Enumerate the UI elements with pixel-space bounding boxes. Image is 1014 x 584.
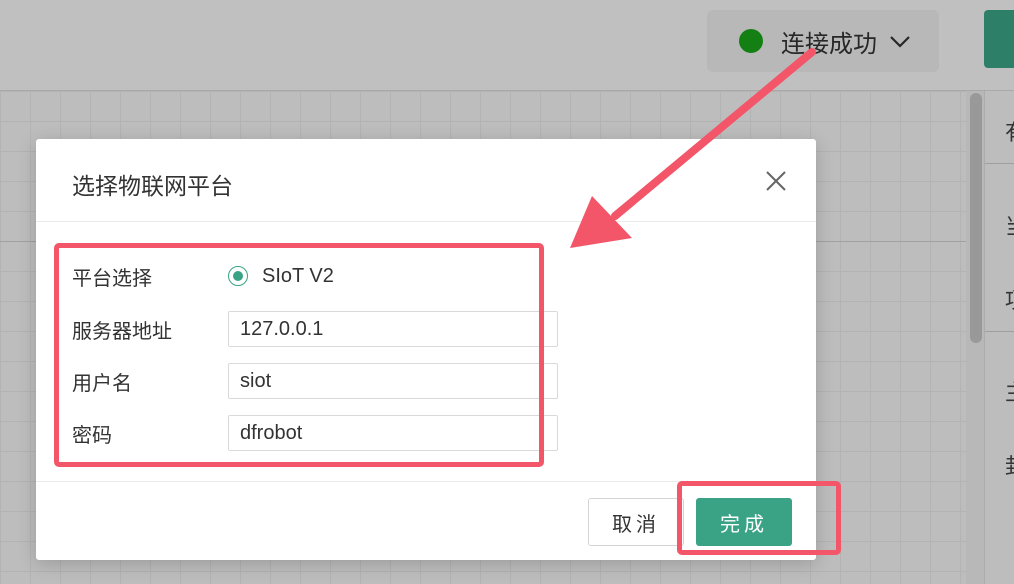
server-label: 服务器地址 [72, 320, 172, 343]
platform-radio[interactable] [228, 266, 248, 286]
password-label: 密码 [72, 424, 112, 447]
platform-label: 平台选择 [72, 267, 152, 290]
dialog-title: 选择物联网平台 [72, 173, 233, 199]
password-row: 密码 [72, 415, 558, 451]
password-input[interactable] [228, 415, 558, 451]
dialog-header: 选择物联网平台 [36, 139, 816, 222]
username-input[interactable] [228, 363, 558, 399]
platform-row: 平台选择 SIoT V2 [72, 258, 334, 294]
platform-dialog: 选择物联网平台 平台选择 SIoT V2 服务器地址 用户名 密码 取消 完成 [36, 139, 816, 560]
server-row: 服务器地址 [72, 311, 558, 347]
radio-selected-dot [233, 271, 243, 281]
username-row: 用户名 [72, 363, 558, 399]
server-address-input[interactable] [228, 311, 558, 347]
done-button[interactable]: 完成 [696, 498, 792, 546]
dialog-footer-divider [36, 481, 816, 482]
platform-option-label[interactable]: SIoT V2 [262, 265, 334, 288]
close-icon[interactable] [764, 169, 788, 193]
cancel-button[interactable]: 取消 [588, 498, 684, 546]
username-label: 用户名 [72, 372, 132, 395]
